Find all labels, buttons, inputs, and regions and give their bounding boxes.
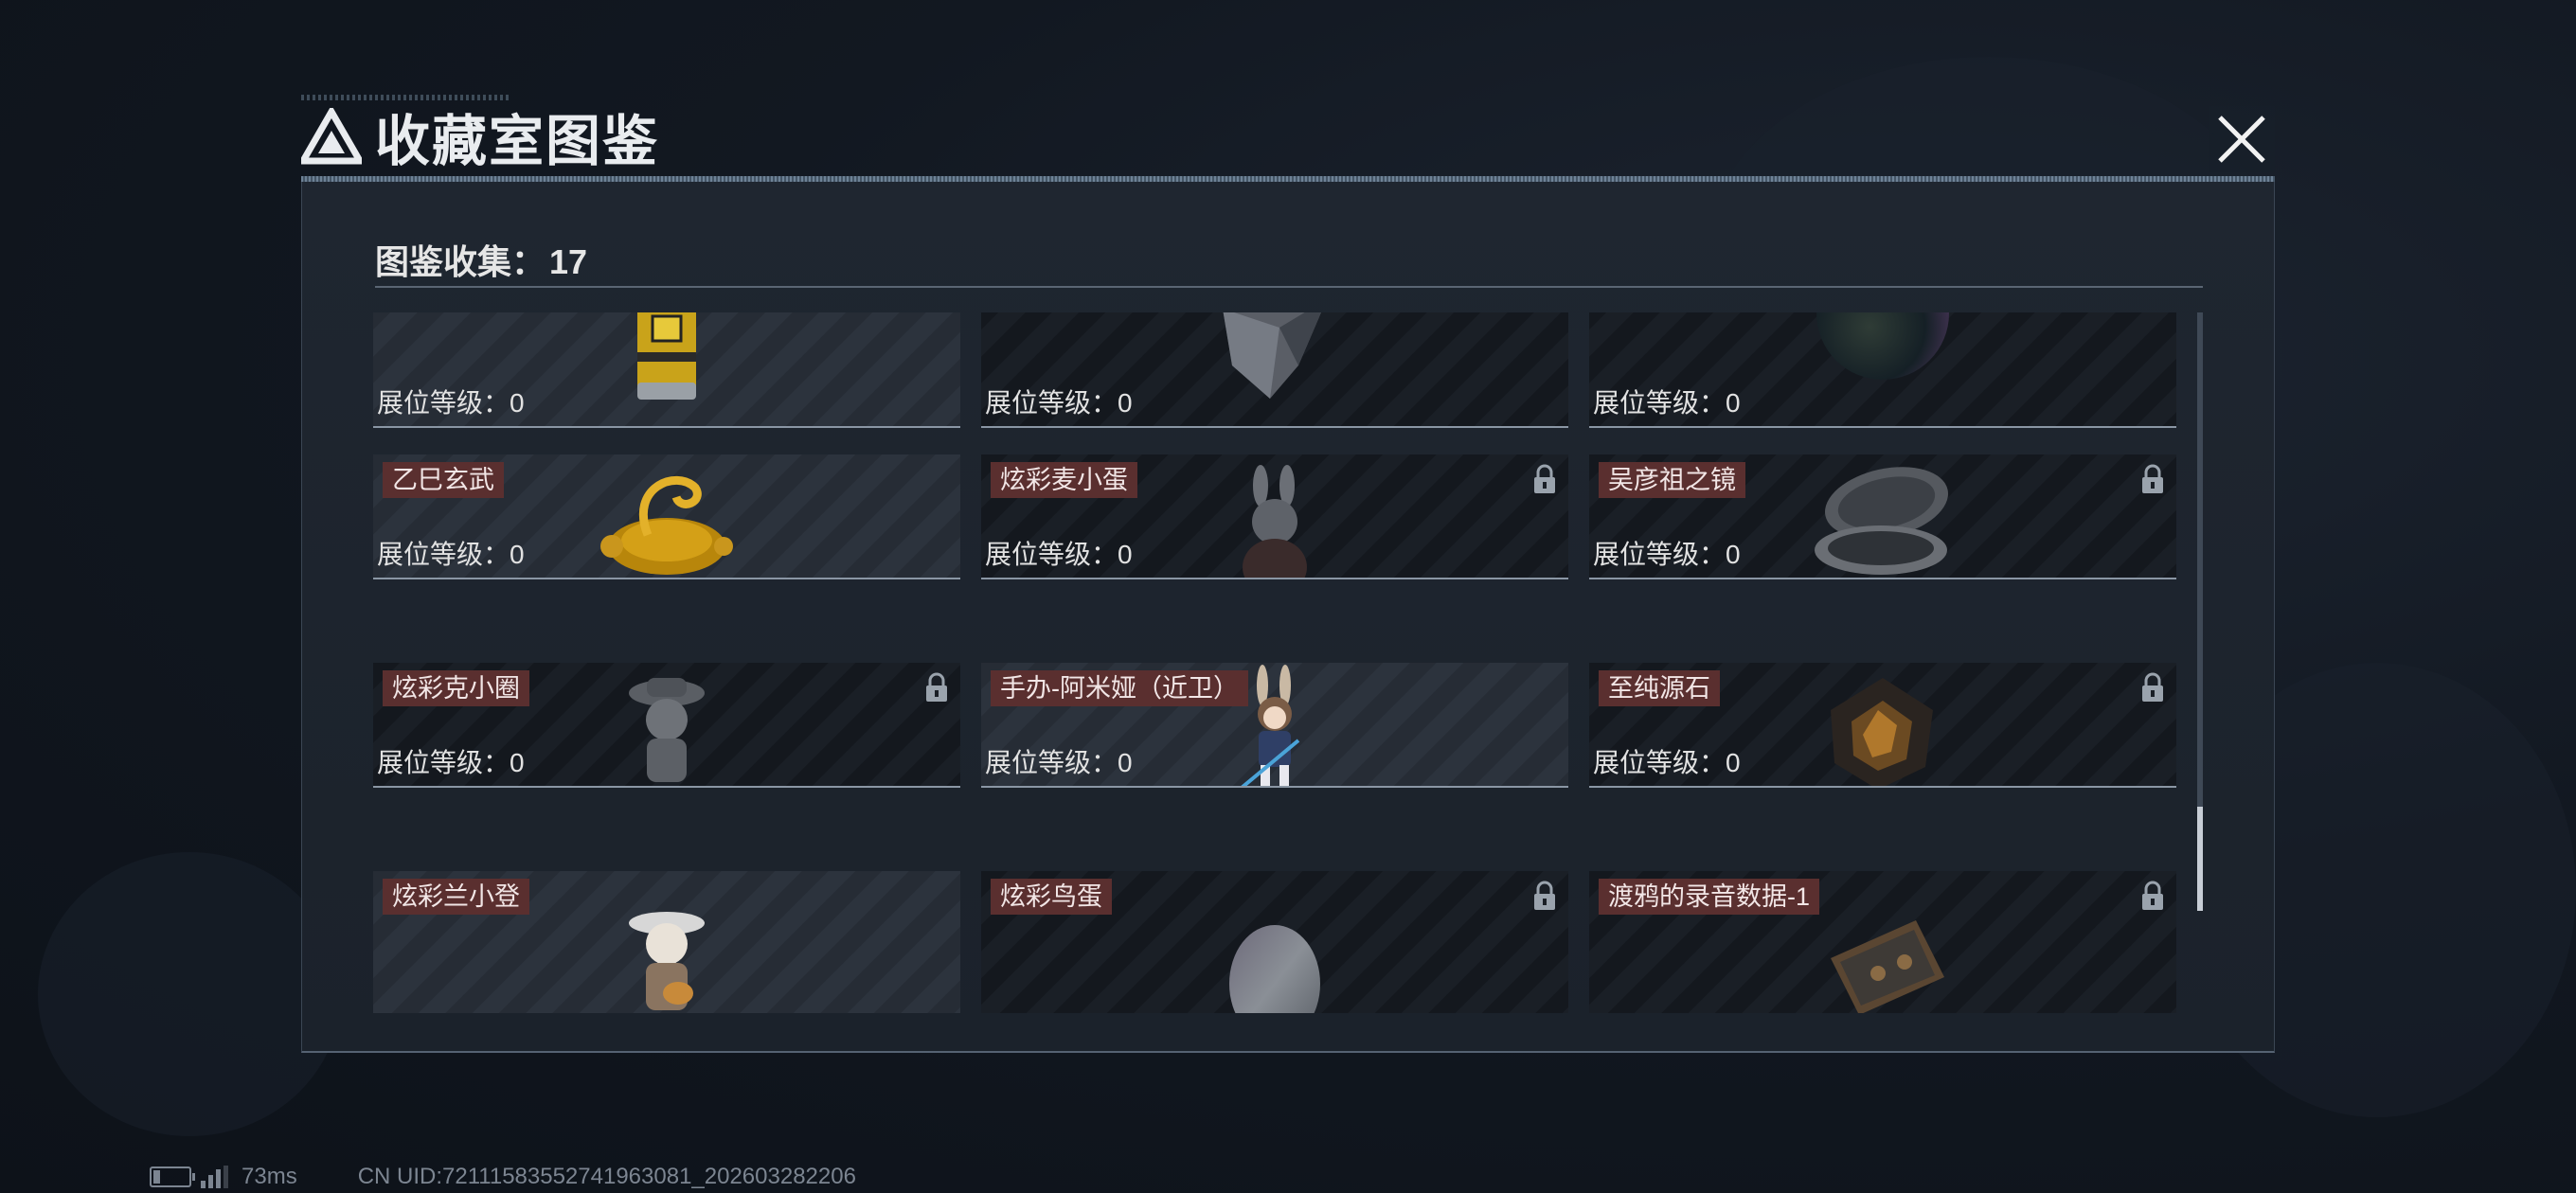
exhibit-level: 展位等级：0: [985, 540, 1133, 569]
collection-card[interactable]: 手办-阿米娅（近卫） 展位等级：0: [981, 663, 1568, 788]
exhibit-level: 展位等级：0: [1593, 388, 1741, 418]
collection-card[interactable]: 展位等级：0: [981, 312, 1568, 428]
collection-card[interactable]: 乙巳玄武 展位等级：0: [373, 454, 960, 579]
lock-icon: [2142, 881, 2163, 910]
card-name: 吴彦祖之镜: [1599, 462, 1745, 498]
count-divider: [375, 286, 2203, 288]
collection-count-label: 图鉴收集：: [375, 242, 546, 281]
battery-icon: [150, 1166, 195, 1187]
collection-card[interactable]: 展位等级：0: [373, 312, 960, 428]
guitar-figure-icon: [629, 912, 705, 1010]
card-name: 炫彩克小圈: [383, 670, 529, 706]
golden-tortoise-snake-icon: [600, 476, 733, 576]
lock-icon: [926, 672, 947, 702]
triangle-logo-icon: [301, 108, 362, 165]
uid-text: CN UID:72111583552741963081_202603282206: [357, 1164, 856, 1189]
exhibit-level: 展位等级：0: [1593, 540, 1741, 569]
lock-icon: [2142, 464, 2163, 493]
lock-icon: [2142, 672, 2163, 702]
card-name: 乙巳玄武: [383, 462, 504, 498]
card-name: 炫彩兰小登: [383, 879, 529, 915]
bunny-egg-figure-icon: [1243, 464, 1307, 578]
originium-crystal-icon: [1831, 678, 1933, 786]
ping-text: 73ms: [242, 1164, 297, 1189]
signal-icon: [201, 1166, 228, 1188]
collection-count: 图鉴收集： 17: [375, 235, 587, 284]
scrollbar-thumb[interactable]: [2197, 807, 2203, 911]
collection-card[interactable]: 至纯源石 展位等级：0: [1589, 663, 2176, 788]
cassette-tape-icon: [1831, 920, 1944, 1013]
exhibit-level: 展位等级：0: [377, 388, 525, 418]
lock-icon: [1534, 464, 1555, 493]
exhibit-level: 展位等级：0: [377, 540, 525, 569]
collection-grid[interactable]: 展位等级：0 展位等级：0 展位等级：0 乙巳玄武 展位等级：0 炫彩麦小蛋 展…: [373, 312, 2182, 1013]
card-name: 渡鸦的录音数据-1: [1599, 879, 1820, 915]
card-name: 手办-阿米娅（近卫）: [991, 670, 1248, 706]
collection-card[interactable]: 炫彩鸟蛋: [981, 871, 1568, 1013]
collection-card[interactable]: 炫彩麦小蛋 展位等级：0: [981, 454, 1568, 579]
collection-count-value: 17: [549, 242, 588, 281]
crystal-shard-icon: [1223, 312, 1321, 399]
yellow-canister-icon: [637, 312, 696, 400]
card-name: 炫彩麦小蛋: [991, 462, 1137, 498]
iridescent-egg-icon: [1229, 924, 1320, 1013]
exhibit-level: 展位等级：0: [985, 748, 1133, 777]
lock-icon: [1534, 881, 1555, 910]
close-button[interactable]: [2209, 106, 2275, 172]
collection-card[interactable]: 渡鸦的录音数据-1: [1589, 871, 2176, 1013]
card-name: 炫彩鸟蛋: [991, 879, 1112, 915]
status-footer: 73ms CN UID:72111583552741963081_2026032…: [150, 1164, 856, 1189]
exhibit-level: 展位等级：0: [1593, 748, 1741, 777]
hat-figure-icon: [629, 678, 705, 783]
exhibit-level: 展位等级：0: [377, 748, 525, 777]
page-title: 收藏室图鉴: [301, 106, 659, 172]
collection-card[interactable]: 吴彦祖之镜 展位等级：0: [1589, 454, 2176, 579]
background-shape: [38, 852, 341, 1136]
collection-card[interactable]: 炫彩克小圈 展位等级：0: [373, 663, 960, 788]
card-name: 至纯源石: [1599, 670, 1720, 706]
battery-level: [153, 1170, 160, 1184]
dark-orb-icon: [1816, 312, 1949, 380]
collection-card[interactable]: 炫彩兰小登: [373, 871, 960, 1013]
title-text: 收藏室图鉴: [375, 111, 660, 172]
compact-mirror-icon: [1815, 466, 1948, 575]
collection-card[interactable]: 展位等级：0: [1589, 312, 2176, 428]
exhibit-level: 展位等级：0: [985, 388, 1133, 418]
